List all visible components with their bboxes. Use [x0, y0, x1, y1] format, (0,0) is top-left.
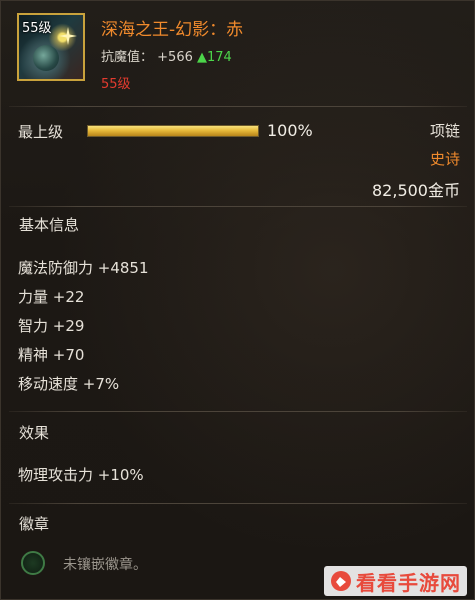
resist-value: +566 — [157, 50, 193, 65]
resist-bonus: ▲174 — [197, 50, 232, 65]
divider — [9, 503, 467, 504]
watermark: 看看手游网 — [324, 566, 467, 596]
stat-line: 智力 +29 — [18, 317, 85, 335]
upgrade-label: 最上级 — [18, 123, 64, 141]
resist-row: 抗魔值： +566 ▲174 — [101, 46, 232, 65]
watermark-logo-icon — [331, 571, 351, 591]
stat-line: 力量 +22 — [18, 288, 85, 306]
upgrade-progress-bar — [87, 125, 259, 137]
level-requirement: 55级 — [101, 77, 131, 92]
resist-label: 抗魔值： — [101, 50, 154, 65]
upgrade-progress-text: 100% — [267, 121, 313, 140]
emblem-slot-icon — [21, 551, 45, 575]
divider — [9, 106, 467, 107]
stat-line: 移动速度 +7% — [18, 375, 120, 393]
stat-line: 魔法防御力 +4851 — [18, 259, 149, 277]
gem-icon — [33, 45, 59, 71]
emblem-empty-text: 未镶嵌徽章。 — [63, 557, 147, 573]
emblem-title: 徽章 — [19, 515, 50, 533]
divider — [9, 411, 467, 412]
item-rarity: 史诗 — [429, 150, 460, 168]
icon-level-tag: 55级 — [22, 21, 52, 36]
item-slot: 项链 — [429, 122, 460, 140]
watermark-text: 看看手游网 — [356, 570, 461, 595]
item-price: 82,500金币 — [372, 181, 460, 200]
stat-line: 精神 +70 — [18, 346, 85, 364]
divider — [9, 206, 467, 207]
sparkle-icon — [59, 27, 77, 45]
item-icon[interactable]: 55级 — [17, 13, 85, 81]
upgrade-progress-fill — [88, 126, 258, 136]
effect-line: 物理攻击力 +10% — [18, 466, 144, 484]
item-name: 深海之王-幻影：赤 — [101, 20, 244, 40]
basic-info-title: 基本信息 — [19, 216, 80, 234]
effects-title: 效果 — [19, 424, 50, 442]
item-tooltip: 55级 深海之王-幻影：赤 抗魔值： +566 ▲174 55级 最上级 100… — [0, 0, 475, 600]
